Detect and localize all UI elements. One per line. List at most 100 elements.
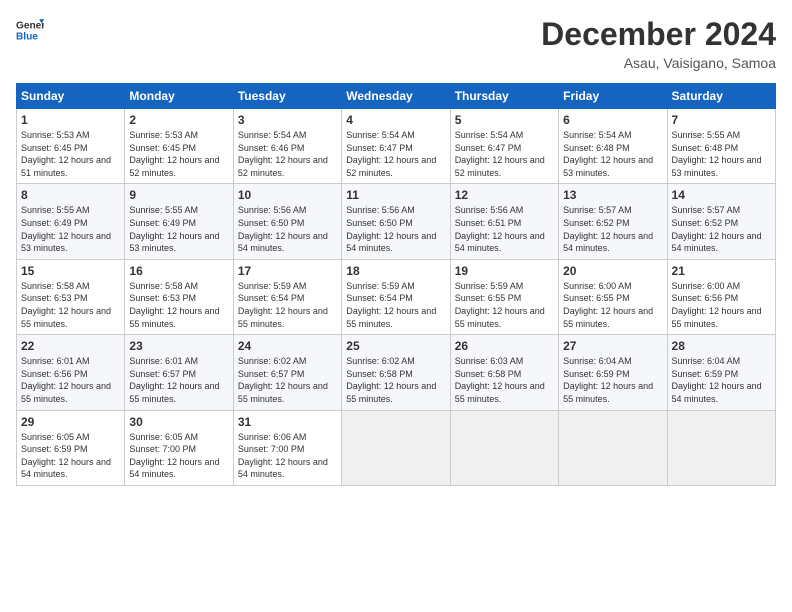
calendar-day-cell (342, 410, 450, 485)
day-info: Sunrise: 5:54 AM Sunset: 6:48 PM Dayligh… (563, 129, 662, 179)
calendar-week-row: 15 Sunrise: 5:58 AM Sunset: 6:53 PM Dayl… (17, 259, 776, 334)
calendar-day-cell: 21 Sunrise: 6:00 AM Sunset: 6:56 PM Dayl… (667, 259, 775, 334)
day-info: Sunrise: 5:57 AM Sunset: 6:52 PM Dayligh… (563, 204, 662, 254)
calendar-day-cell: 12 Sunrise: 5:56 AM Sunset: 6:51 PM Dayl… (450, 184, 558, 259)
weekday-header: Friday (559, 84, 667, 109)
calendar-day-cell: 6 Sunrise: 5:54 AM Sunset: 6:48 PM Dayli… (559, 109, 667, 184)
day-info: Sunrise: 5:54 AM Sunset: 6:46 PM Dayligh… (238, 129, 337, 179)
day-number: 5 (455, 113, 554, 127)
day-number: 30 (129, 415, 228, 429)
day-number: 8 (21, 188, 120, 202)
day-info: Sunrise: 5:54 AM Sunset: 6:47 PM Dayligh… (346, 129, 445, 179)
calendar-day-cell: 27 Sunrise: 6:04 AM Sunset: 6:59 PM Dayl… (559, 335, 667, 410)
day-number: 15 (21, 264, 120, 278)
calendar-day-cell: 30 Sunrise: 6:05 AM Sunset: 7:00 PM Dayl… (125, 410, 233, 485)
day-info: Sunrise: 5:54 AM Sunset: 6:47 PM Dayligh… (455, 129, 554, 179)
month-title: December 2024 (541, 16, 776, 53)
logo-icon: General Blue (16, 16, 44, 44)
day-number: 9 (129, 188, 228, 202)
calendar-day-cell: 10 Sunrise: 5:56 AM Sunset: 6:50 PM Dayl… (233, 184, 341, 259)
calendar-day-cell (559, 410, 667, 485)
day-number: 21 (672, 264, 771, 278)
calendar-day-cell: 26 Sunrise: 6:03 AM Sunset: 6:58 PM Dayl… (450, 335, 558, 410)
day-number: 29 (21, 415, 120, 429)
calendar-day-cell: 8 Sunrise: 5:55 AM Sunset: 6:49 PM Dayli… (17, 184, 125, 259)
calendar-day-cell: 24 Sunrise: 6:02 AM Sunset: 6:57 PM Dayl… (233, 335, 341, 410)
calendar-day-cell: 17 Sunrise: 5:59 AM Sunset: 6:54 PM Dayl… (233, 259, 341, 334)
day-info: Sunrise: 6:02 AM Sunset: 6:58 PM Dayligh… (346, 355, 445, 405)
day-number: 10 (238, 188, 337, 202)
calendar-week-row: 22 Sunrise: 6:01 AM Sunset: 6:56 PM Dayl… (17, 335, 776, 410)
calendar-day-cell: 25 Sunrise: 6:02 AM Sunset: 6:58 PM Dayl… (342, 335, 450, 410)
day-info: Sunrise: 5:55 AM Sunset: 6:48 PM Dayligh… (672, 129, 771, 179)
day-number: 16 (129, 264, 228, 278)
calendar-day-cell: 1 Sunrise: 5:53 AM Sunset: 6:45 PM Dayli… (17, 109, 125, 184)
day-info: Sunrise: 5:57 AM Sunset: 6:52 PM Dayligh… (672, 204, 771, 254)
day-number: 22 (21, 339, 120, 353)
day-info: Sunrise: 6:06 AM Sunset: 7:00 PM Dayligh… (238, 431, 337, 481)
day-info: Sunrise: 6:02 AM Sunset: 6:57 PM Dayligh… (238, 355, 337, 405)
day-number: 28 (672, 339, 771, 353)
svg-text:General: General (16, 20, 44, 31)
day-number: 14 (672, 188, 771, 202)
calendar-day-cell: 13 Sunrise: 5:57 AM Sunset: 6:52 PM Dayl… (559, 184, 667, 259)
page-header: General Blue December 2024 Asau, Vaisiga… (16, 16, 776, 71)
day-number: 18 (346, 264, 445, 278)
calendar-day-cell: 16 Sunrise: 5:58 AM Sunset: 6:53 PM Dayl… (125, 259, 233, 334)
day-number: 20 (563, 264, 662, 278)
day-info: Sunrise: 5:53 AM Sunset: 6:45 PM Dayligh… (21, 129, 120, 179)
calendar-week-row: 29 Sunrise: 6:05 AM Sunset: 6:59 PM Dayl… (17, 410, 776, 485)
weekday-header: Saturday (667, 84, 775, 109)
day-info: Sunrise: 5:59 AM Sunset: 6:54 PM Dayligh… (346, 280, 445, 330)
calendar-day-cell: 28 Sunrise: 6:04 AM Sunset: 6:59 PM Dayl… (667, 335, 775, 410)
day-info: Sunrise: 6:00 AM Sunset: 6:56 PM Dayligh… (672, 280, 771, 330)
day-info: Sunrise: 5:56 AM Sunset: 6:51 PM Dayligh… (455, 204, 554, 254)
calendar-day-cell: 22 Sunrise: 6:01 AM Sunset: 6:56 PM Dayl… (17, 335, 125, 410)
calendar-day-cell: 23 Sunrise: 6:01 AM Sunset: 6:57 PM Dayl… (125, 335, 233, 410)
day-number: 1 (21, 113, 120, 127)
day-number: 6 (563, 113, 662, 127)
day-number: 25 (346, 339, 445, 353)
day-info: Sunrise: 6:05 AM Sunset: 6:59 PM Dayligh… (21, 431, 120, 481)
calendar-week-row: 1 Sunrise: 5:53 AM Sunset: 6:45 PM Dayli… (17, 109, 776, 184)
weekday-header: Sunday (17, 84, 125, 109)
calendar-day-cell: 11 Sunrise: 5:56 AM Sunset: 6:50 PM Dayl… (342, 184, 450, 259)
day-info: Sunrise: 5:59 AM Sunset: 6:55 PM Dayligh… (455, 280, 554, 330)
weekday-header: Monday (125, 84, 233, 109)
title-block: December 2024 Asau, Vaisigano, Samoa (541, 16, 776, 71)
location-title: Asau, Vaisigano, Samoa (541, 55, 776, 71)
day-number: 24 (238, 339, 337, 353)
weekday-header: Thursday (450, 84, 558, 109)
day-info: Sunrise: 6:00 AM Sunset: 6:55 PM Dayligh… (563, 280, 662, 330)
day-number: 2 (129, 113, 228, 127)
day-info: Sunrise: 5:56 AM Sunset: 6:50 PM Dayligh… (238, 204, 337, 254)
day-info: Sunrise: 5:56 AM Sunset: 6:50 PM Dayligh… (346, 204, 445, 254)
day-info: Sunrise: 6:01 AM Sunset: 6:57 PM Dayligh… (129, 355, 228, 405)
day-number: 31 (238, 415, 337, 429)
calendar-day-cell: 5 Sunrise: 5:54 AM Sunset: 6:47 PM Dayli… (450, 109, 558, 184)
calendar-day-cell: 31 Sunrise: 6:06 AM Sunset: 7:00 PM Dayl… (233, 410, 341, 485)
svg-text:Blue: Blue (16, 31, 38, 42)
calendar-day-cell (667, 410, 775, 485)
day-number: 17 (238, 264, 337, 278)
day-info: Sunrise: 5:55 AM Sunset: 6:49 PM Dayligh… (21, 204, 120, 254)
day-number: 13 (563, 188, 662, 202)
day-info: Sunrise: 5:53 AM Sunset: 6:45 PM Dayligh… (129, 129, 228, 179)
calendar-day-cell: 18 Sunrise: 5:59 AM Sunset: 6:54 PM Dayl… (342, 259, 450, 334)
calendar-day-cell: 9 Sunrise: 5:55 AM Sunset: 6:49 PM Dayli… (125, 184, 233, 259)
calendar-day-cell: 4 Sunrise: 5:54 AM Sunset: 6:47 PM Dayli… (342, 109, 450, 184)
day-info: Sunrise: 6:04 AM Sunset: 6:59 PM Dayligh… (672, 355, 771, 405)
day-number: 12 (455, 188, 554, 202)
day-info: Sunrise: 6:05 AM Sunset: 7:00 PM Dayligh… (129, 431, 228, 481)
calendar-day-cell: 3 Sunrise: 5:54 AM Sunset: 6:46 PM Dayli… (233, 109, 341, 184)
calendar-table: SundayMondayTuesdayWednesdayThursdayFrid… (16, 83, 776, 486)
calendar-header-row: SundayMondayTuesdayWednesdayThursdayFrid… (17, 84, 776, 109)
calendar-day-cell: 2 Sunrise: 5:53 AM Sunset: 6:45 PM Dayli… (125, 109, 233, 184)
weekday-header: Tuesday (233, 84, 341, 109)
day-info: Sunrise: 6:03 AM Sunset: 6:58 PM Dayligh… (455, 355, 554, 405)
day-number: 11 (346, 188, 445, 202)
day-info: Sunrise: 5:58 AM Sunset: 6:53 PM Dayligh… (129, 280, 228, 330)
day-number: 7 (672, 113, 771, 127)
calendar-day-cell: 14 Sunrise: 5:57 AM Sunset: 6:52 PM Dayl… (667, 184, 775, 259)
calendar-day-cell (450, 410, 558, 485)
